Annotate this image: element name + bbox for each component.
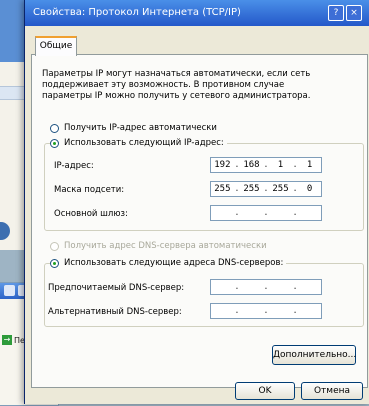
close-icon[interactable]: ×: [346, 5, 362, 21]
subnet-mask-input[interactable]: 255. 255. 255. 0: [210, 181, 322, 197]
ip-address-octet: 1: [277, 160, 284, 170]
ip-auto-label: Получить IP-адрес автоматически: [64, 123, 217, 133]
general-tab-panel: Параметры IP могут назначаться автоматич…: [31, 54, 368, 388]
description-text: Параметры IP могут назначаться автоматич…: [42, 69, 311, 101]
ip-auto-radio[interactable]: [50, 123, 59, 133]
ip-address-label: IP-адрес:: [54, 161, 94, 171]
alternate-dns-input[interactable]: . . .: [210, 303, 322, 319]
ip-manual-label: Использовать следующий IP-адрес:: [64, 138, 224, 148]
preferred-dns-input[interactable]: . . .: [210, 279, 322, 295]
cancel-button[interactable]: Отмена: [301, 382, 363, 400]
subnet-mask-octet: 255: [243, 184, 260, 194]
tab-general[interactable]: Общие: [35, 36, 77, 56]
dialog-title: Свойства: Протокол Интернета (TCP/IP): [33, 7, 241, 18]
ok-button[interactable]: OK: [235, 382, 295, 400]
help-icon[interactable]: ?: [328, 5, 344, 21]
advanced-button[interactable]: Дополнительно...: [272, 345, 356, 365]
dns-manual-label: Использовать следующие адреса DNS-сервер…: [64, 258, 284, 268]
subnet-mask-octet: 255: [272, 184, 289, 194]
subnet-mask-octet: 255: [214, 184, 231, 194]
ip-address-octet: 1: [306, 160, 313, 170]
dns-manual-radio[interactable]: [50, 258, 59, 268]
dns-manual-option[interactable]: Использовать следующие адреса DNS-сервер…: [50, 258, 287, 268]
default-gateway-label: Основной шлюз:: [54, 209, 128, 219]
dialog-titlebar: Свойства: Протокол Интернета (TCP/IP) ? …: [25, 0, 369, 26]
ip-manual-option[interactable]: Использовать следующий IP-адрес:: [50, 138, 227, 148]
alternate-dns-label: Альтернативный DNS-сервер:: [48, 307, 182, 317]
ip-address-octet: 192: [214, 160, 231, 170]
preferred-dns-label: Предпочитаемый DNS-сервер:: [48, 283, 185, 293]
subnet-mask-octet: 0: [306, 184, 313, 194]
dns-auto-option[interactable]: Получить адрес DNS-сервера автоматически: [50, 241, 267, 251]
dns-auto-label: Получить адрес DNS-сервера автоматически: [64, 241, 267, 251]
background-minimize-icon[interactable]: [4, 285, 15, 296]
ip-address-input[interactable]: 192. 168. 1. 1: [210, 157, 322, 173]
tcpip-properties-dialog: Свойства: Протокол Интернета (TCP/IP) ? …: [24, 0, 369, 404]
ip-manual-radio[interactable]: [50, 138, 59, 148]
ip-address-octet: 168: [243, 160, 260, 170]
dns-auto-radio[interactable]: [50, 241, 59, 251]
subnet-mask-label: Маска подсети:: [54, 185, 125, 195]
go-arrow-icon: →: [2, 335, 12, 345]
background-window-icon: [0, 222, 10, 240]
default-gateway-input[interactable]: . . .: [210, 205, 322, 221]
ip-auto-option[interactable]: Получить IP-адрес автоматически: [50, 123, 217, 133]
